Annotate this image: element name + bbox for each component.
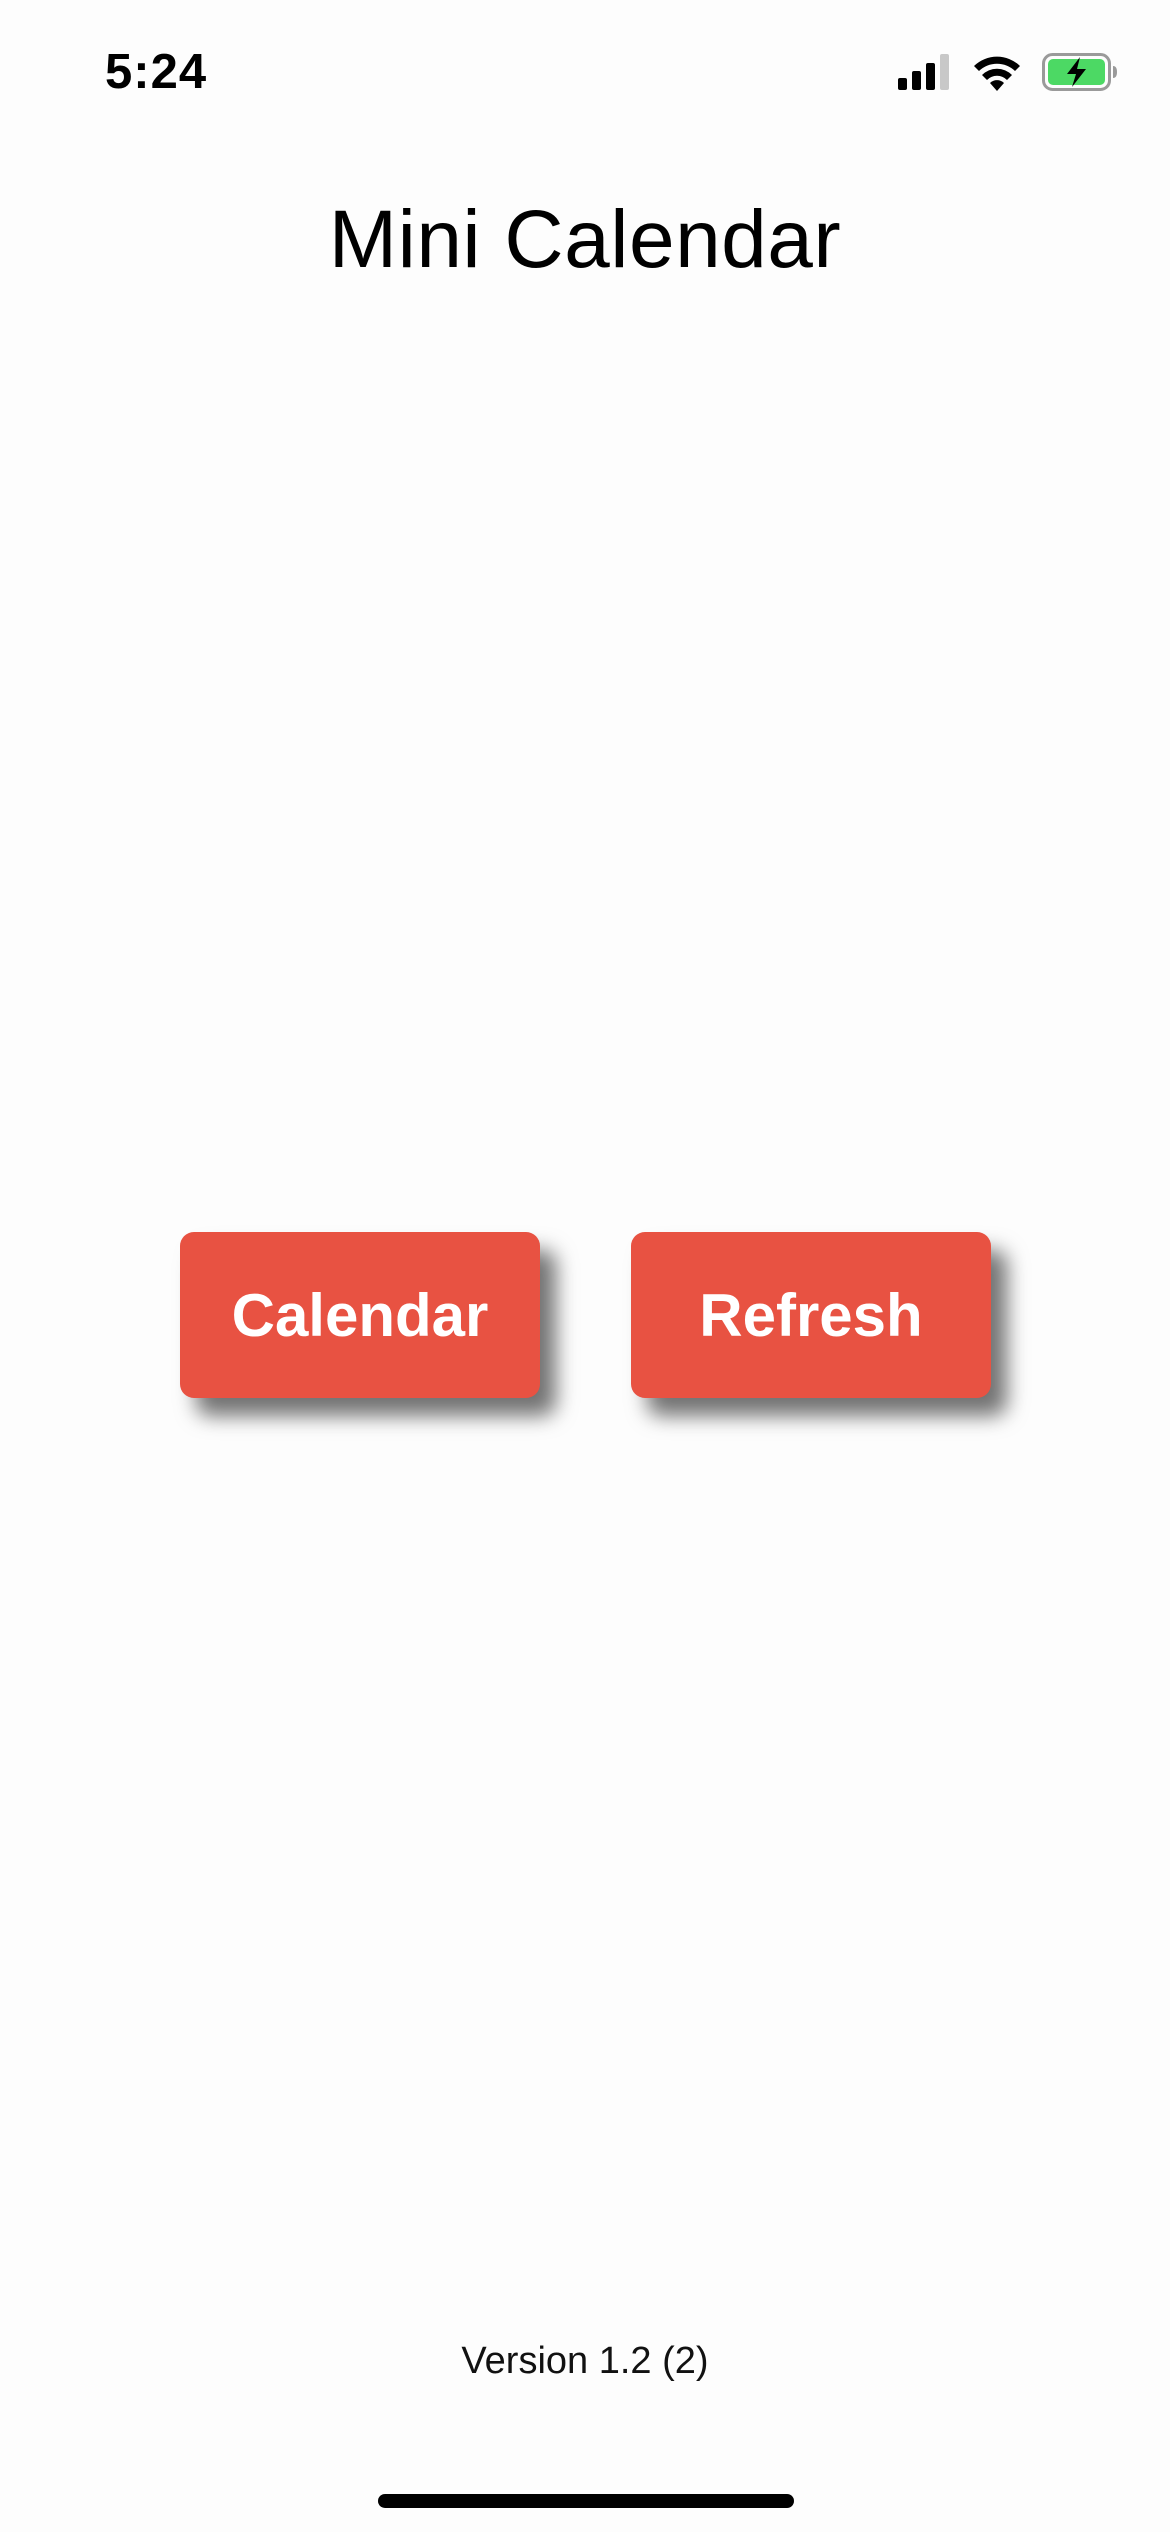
status-icons	[898, 52, 1118, 92]
battery-charging-icon	[1042, 53, 1118, 91]
refresh-button[interactable]: Refresh	[631, 1232, 991, 1398]
cellular-signal-icon	[898, 54, 952, 90]
version-label: Version 1.2 (2)	[461, 2340, 709, 2382]
status-bar: 5:24	[0, 0, 1170, 150]
status-time: 5:24	[105, 45, 208, 99]
wifi-icon	[972, 53, 1022, 91]
home-indicator[interactable]	[378, 2494, 794, 2508]
calendar-button[interactable]: Calendar	[180, 1232, 540, 1398]
page-title: Mini Calendar	[328, 194, 842, 285]
